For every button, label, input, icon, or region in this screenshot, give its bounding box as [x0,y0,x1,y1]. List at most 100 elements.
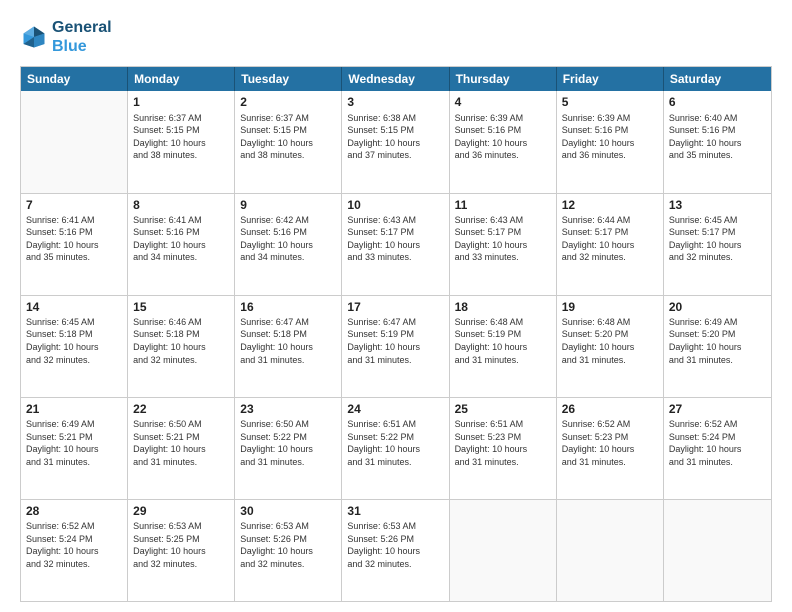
calendar-header: SundayMondayTuesdayWednesdayThursdayFrid… [21,67,771,91]
day-number: 4 [455,94,551,110]
day-info: Sunrise: 6:37 AM Sunset: 5:15 PM Dayligh… [240,112,336,162]
day-cell-29: 29Sunrise: 6:53 AM Sunset: 5:25 PM Dayli… [128,500,235,601]
day-info: Sunrise: 6:43 AM Sunset: 5:17 PM Dayligh… [347,214,443,264]
day-cell-4: 4 Sunrise: 6:39 AM Sunset: 5:16 PM Daylig… [450,91,557,192]
day-info: Sunrise: 6:49 AM Sunset: 5:21 PM Dayligh… [26,418,122,468]
header-day-thursday: Thursday [450,67,557,91]
header-day-saturday: Saturday [664,67,771,91]
day-info: Sunrise: 6:41 AM Sunset: 5:16 PM Dayligh… [26,214,122,264]
day-number: 30 [240,503,336,519]
day-info: Sunrise: 6:44 AM Sunset: 5:17 PM Dayligh… [562,214,658,264]
day-cell-13: 13Sunrise: 6:45 AM Sunset: 5:17 PM Dayli… [664,194,771,295]
header: General Blue [20,18,772,56]
day-info: Sunrise: 6:46 AM Sunset: 5:18 PM Dayligh… [133,316,229,366]
day-info: Sunrise: 6:50 AM Sunset: 5:21 PM Dayligh… [133,418,229,468]
day-cell-19: 19Sunrise: 6:48 AM Sunset: 5:20 PM Dayli… [557,296,664,397]
day-cell-31: 31Sunrise: 6:53 AM Sunset: 5:26 PM Dayli… [342,500,449,601]
day-number: 29 [133,503,229,519]
day-cell-10: 10Sunrise: 6:43 AM Sunset: 5:17 PM Dayli… [342,194,449,295]
day-info: Sunrise: 6:51 AM Sunset: 5:23 PM Dayligh… [455,418,551,468]
day-number: 18 [455,299,551,315]
day-info: Sunrise: 6:43 AM Sunset: 5:17 PM Dayligh… [455,214,551,264]
header-day-tuesday: Tuesday [235,67,342,91]
day-cell-5: 5 Sunrise: 6:39 AM Sunset: 5:16 PM Daylig… [557,91,664,192]
page: General Blue SundayMondayTuesdayWednesda… [0,0,792,612]
day-info: Sunrise: 6:45 AM Sunset: 5:17 PM Dayligh… [669,214,766,264]
day-number: 25 [455,401,551,417]
empty-cell [450,500,557,601]
day-info: Sunrise: 6:39 AM Sunset: 5:16 PM Dayligh… [455,112,551,162]
day-cell-27: 27Sunrise: 6:52 AM Sunset: 5:24 PM Dayli… [664,398,771,499]
day-info: Sunrise: 6:52 AM Sunset: 5:24 PM Dayligh… [669,418,766,468]
day-number: 10 [347,197,443,213]
logo: General Blue [20,18,112,56]
day-cell-14: 14Sunrise: 6:45 AM Sunset: 5:18 PM Dayli… [21,296,128,397]
day-number: 13 [669,197,766,213]
day-info: Sunrise: 6:53 AM Sunset: 5:25 PM Dayligh… [133,520,229,570]
day-cell-6: 6 Sunrise: 6:40 AM Sunset: 5:16 PM Daylig… [664,91,771,192]
day-number: 23 [240,401,336,417]
day-info: Sunrise: 6:48 AM Sunset: 5:20 PM Dayligh… [562,316,658,366]
day-cell-22: 22Sunrise: 6:50 AM Sunset: 5:21 PM Dayli… [128,398,235,499]
day-info: Sunrise: 6:39 AM Sunset: 5:16 PM Dayligh… [562,112,658,162]
day-info: Sunrise: 6:49 AM Sunset: 5:20 PM Dayligh… [669,316,766,366]
day-number: 2 [240,94,336,110]
day-cell-18: 18Sunrise: 6:48 AM Sunset: 5:19 PM Dayli… [450,296,557,397]
day-cell-16: 16Sunrise: 6:47 AM Sunset: 5:18 PM Dayli… [235,296,342,397]
calendar-week-2: 7Sunrise: 6:41 AM Sunset: 5:16 PM Daylig… [21,193,771,295]
day-info: Sunrise: 6:52 AM Sunset: 5:24 PM Dayligh… [26,520,122,570]
day-cell-25: 25Sunrise: 6:51 AM Sunset: 5:23 PM Dayli… [450,398,557,499]
calendar-week-5: 28Sunrise: 6:52 AM Sunset: 5:24 PM Dayli… [21,499,771,601]
day-info: Sunrise: 6:40 AM Sunset: 5:16 PM Dayligh… [669,112,766,162]
day-cell-3: 3 Sunrise: 6:38 AM Sunset: 5:15 PM Daylig… [342,91,449,192]
day-number: 21 [26,401,122,417]
logo-text: General Blue [52,18,112,56]
day-number: 1 [133,94,229,110]
day-number: 19 [562,299,658,315]
day-info: Sunrise: 6:47 AM Sunset: 5:19 PM Dayligh… [347,316,443,366]
day-number: 5 [562,94,658,110]
day-number: 26 [562,401,658,417]
day-number: 3 [347,94,443,110]
day-info: Sunrise: 6:53 AM Sunset: 5:26 PM Dayligh… [240,520,336,570]
header-day-friday: Friday [557,67,664,91]
day-info: Sunrise: 6:47 AM Sunset: 5:18 PM Dayligh… [240,316,336,366]
day-info: Sunrise: 6:51 AM Sunset: 5:22 PM Dayligh… [347,418,443,468]
day-cell-23: 23Sunrise: 6:50 AM Sunset: 5:22 PM Dayli… [235,398,342,499]
day-cell-1: 1 Sunrise: 6:37 AM Sunset: 5:15 PM Daylig… [128,91,235,192]
day-cell-28: 28Sunrise: 6:52 AM Sunset: 5:24 PM Dayli… [21,500,128,601]
day-cell-20: 20Sunrise: 6:49 AM Sunset: 5:20 PM Dayli… [664,296,771,397]
day-cell-17: 17Sunrise: 6:47 AM Sunset: 5:19 PM Dayli… [342,296,449,397]
day-info: Sunrise: 6:41 AM Sunset: 5:16 PM Dayligh… [133,214,229,264]
header-day-monday: Monday [128,67,235,91]
day-cell-30: 30Sunrise: 6:53 AM Sunset: 5:26 PM Dayli… [235,500,342,601]
day-info: Sunrise: 6:45 AM Sunset: 5:18 PM Dayligh… [26,316,122,366]
day-info: Sunrise: 6:48 AM Sunset: 5:19 PM Dayligh… [455,316,551,366]
day-info: Sunrise: 6:50 AM Sunset: 5:22 PM Dayligh… [240,418,336,468]
day-info: Sunrise: 6:37 AM Sunset: 5:15 PM Dayligh… [133,112,229,162]
day-number: 28 [26,503,122,519]
day-cell-2: 2 Sunrise: 6:37 AM Sunset: 5:15 PM Daylig… [235,91,342,192]
day-cell-15: 15Sunrise: 6:46 AM Sunset: 5:18 PM Dayli… [128,296,235,397]
day-cell-7: 7Sunrise: 6:41 AM Sunset: 5:16 PM Daylig… [21,194,128,295]
day-cell-26: 26Sunrise: 6:52 AM Sunset: 5:23 PM Dayli… [557,398,664,499]
day-number: 9 [240,197,336,213]
day-cell-9: 9Sunrise: 6:42 AM Sunset: 5:16 PM Daylig… [235,194,342,295]
empty-cell [21,91,128,192]
header-day-sunday: Sunday [21,67,128,91]
day-cell-24: 24Sunrise: 6:51 AM Sunset: 5:22 PM Dayli… [342,398,449,499]
day-number: 7 [26,197,122,213]
day-number: 8 [133,197,229,213]
day-info: Sunrise: 6:53 AM Sunset: 5:26 PM Dayligh… [347,520,443,570]
calendar: SundayMondayTuesdayWednesdayThursdayFrid… [20,66,772,602]
calendar-week-1: 1 Sunrise: 6:37 AM Sunset: 5:15 PM Daylig… [21,91,771,192]
day-info: Sunrise: 6:42 AM Sunset: 5:16 PM Dayligh… [240,214,336,264]
header-day-wednesday: Wednesday [342,67,449,91]
day-number: 14 [26,299,122,315]
day-number: 20 [669,299,766,315]
day-number: 12 [562,197,658,213]
day-number: 15 [133,299,229,315]
day-info: Sunrise: 6:38 AM Sunset: 5:15 PM Dayligh… [347,112,443,162]
day-info: Sunrise: 6:52 AM Sunset: 5:23 PM Dayligh… [562,418,658,468]
day-number: 6 [669,94,766,110]
